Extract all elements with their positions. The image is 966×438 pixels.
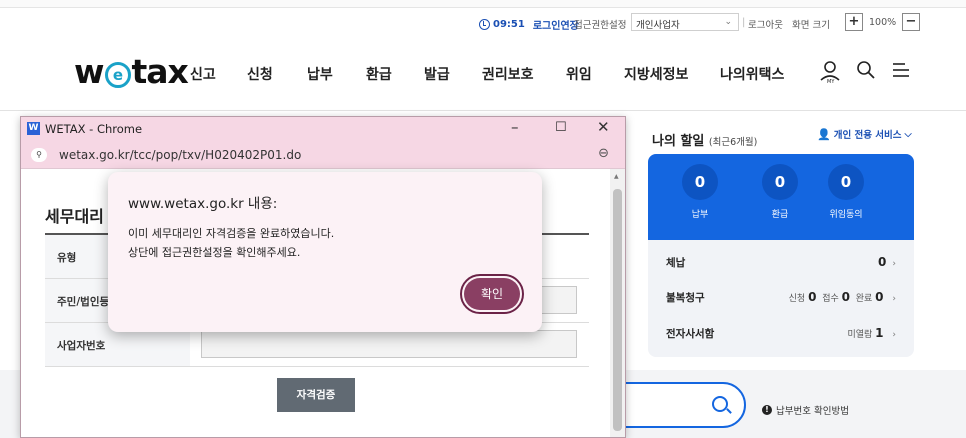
- access-setting-select[interactable]: 개인사업자 ⌄: [631, 13, 739, 31]
- svg-text:MY: MY: [827, 79, 835, 84]
- personal-service-link[interactable]: 👤 개인 전용 서비스 ⌵: [817, 127, 912, 142]
- alert-ok-button[interactable]: 확인: [460, 274, 524, 314]
- business-number-field[interactable]: [201, 330, 577, 358]
- stat-delegation-label: 위임동의: [829, 210, 863, 220]
- my-tasks-detail: 체납 0 › 불복청구 신청 0 접수 0 완료 0 › 전자사서함 미열람 1 …: [648, 240, 914, 357]
- alert-message-line2: 상단에 접근권한설정을 확인해주세요.: [128, 246, 301, 259]
- wetax-favicon-icon: W: [27, 122, 40, 135]
- epost-unread-value: 1: [875, 326, 884, 340]
- site-info-icon[interactable]: ⚲: [31, 148, 47, 162]
- extend-login-link[interactable]: 로그인연장: [533, 17, 579, 32]
- row-epost[interactable]: 전자사서함 미열람 1 ›: [666, 326, 896, 341]
- payment-number-help-label: 납부번호 확인방법: [776, 406, 849, 417]
- personal-service-label: 개인 전용 서비스: [833, 130, 902, 141]
- access-setting-label: 접근권한설정: [574, 20, 627, 31]
- row-arrears-label: 체납: [666, 257, 686, 269]
- objection-receive-label: 접수: [822, 294, 839, 304]
- wetax-logo[interactable]: w e tax: [74, 52, 189, 91]
- stat-payment-value: 0: [682, 164, 718, 200]
- nav-item-delegation[interactable]: 위임: [566, 64, 592, 84]
- my-tasks-title: 나의 할일 (최근6개월): [652, 130, 757, 149]
- nav-item-pay[interactable]: 납부: [307, 64, 333, 84]
- nav-item-report[interactable]: 신고: [190, 64, 216, 84]
- browser-top-edge: [0, 0, 966, 8]
- menu-icon[interactable]: [891, 60, 911, 80]
- stat-payment[interactable]: 0 납부: [682, 164, 718, 220]
- search-icon[interactable]: [856, 60, 876, 80]
- popup-url[interactable]: wetax.go.kr/tcc/pop/txv/H020402P01.do: [59, 148, 301, 162]
- logo-text-w: w: [74, 52, 104, 91]
- chevron-down-icon: ⌵: [904, 128, 912, 140]
- my-tasks-summary: 0 납부 0 환급 0 위임동의: [648, 154, 914, 240]
- user-gear-icon: 👤: [817, 127, 831, 141]
- popup-address-bar: ⚲ wetax.go.kr/tcc/pop/txv/H020402P01.do …: [21, 142, 625, 169]
- popup-title-bar: W WETAX - Chrome – ☐ ✕: [21, 117, 625, 142]
- row-objection[interactable]: 불복청구 신청 0 접수 0 완료 0 ›: [666, 290, 896, 305]
- objection-done-value: 0: [875, 290, 884, 304]
- payment-number-help-link[interactable]: ! 납부번호 확인방법: [762, 403, 849, 417]
- verify-qualification-button[interactable]: 자격검증: [277, 378, 355, 412]
- chevron-right-icon: ›: [892, 294, 896, 304]
- utility-bar: 09:51 로그인연장 접근권한설정 개인사업자 ⌄ | 로그아웃 화면 크기 …: [0, 13, 966, 35]
- nav-item-my-wetax[interactable]: 나의위택스: [720, 64, 784, 84]
- session-time: 09:51: [493, 19, 525, 30]
- access-setting-value: 개인사업자: [636, 20, 680, 31]
- scrollbar-thumb[interactable]: [613, 189, 622, 431]
- zoom-icon[interactable]: ⊖: [598, 146, 609, 161]
- row-arrears-value: 0: [878, 255, 887, 269]
- nav-item-refund[interactable]: 환급: [366, 64, 392, 84]
- my-tasks-period: (최근6개월): [708, 137, 758, 148]
- chevron-right-icon: ›: [892, 259, 896, 269]
- close-icon[interactable]: ✕: [597, 118, 610, 136]
- session-clock: 09:51 로그인연장: [479, 17, 579, 32]
- epost-unread-label: 미열람: [847, 330, 873, 340]
- popup-scrollbar[interactable]: ▲: [610, 169, 625, 437]
- stat-delegation-consent[interactable]: 0 위임동의: [821, 164, 871, 220]
- main-nav: w e tax 신고 신청 납부 환급 발급 권리보호 위임 지방세정보 나의위택스…: [0, 50, 966, 98]
- nav-divider: [0, 110, 966, 111]
- scroll-up-icon[interactable]: ▲: [614, 173, 619, 180]
- nav-item-issue[interactable]: 발급: [424, 64, 450, 84]
- popup-window-title: WETAX - Chrome: [45, 122, 143, 136]
- maximize-icon[interactable]: ☐: [555, 120, 567, 135]
- alert-host: www.wetax.go.kr 내용:: [128, 196, 278, 212]
- my-tasks-title-text: 나의 할일: [652, 134, 705, 149]
- stat-refund-value: 0: [762, 164, 798, 200]
- objection-apply-value: 0: [808, 290, 817, 304]
- objection-apply-label: 신청: [788, 294, 806, 304]
- stat-payment-label: 납부: [691, 210, 709, 220]
- nav-item-apply[interactable]: 신청: [247, 64, 273, 84]
- minimize-icon[interactable]: –: [511, 118, 519, 136]
- stat-delegation-value: 0: [828, 164, 864, 200]
- nav-item-rights[interactable]: 권리보호: [482, 64, 534, 84]
- divider: |: [742, 17, 746, 28]
- stat-refund-label: 환급: [771, 210, 789, 220]
- alert-message-line1: 이미 세무대리인 자격검증을 완료하였습니다.: [128, 227, 335, 240]
- zoom-out-button[interactable]: −: [902, 13, 920, 31]
- nav-item-local-tax-info[interactable]: 지방세정보: [624, 64, 688, 84]
- objection-done-label: 완료: [855, 294, 873, 304]
- search-icon[interactable]: [712, 396, 728, 412]
- row-epost-label: 전자사서함: [666, 328, 715, 340]
- zoom-level: 100%: [869, 17, 897, 28]
- row-arrears[interactable]: 체납 0 ›: [666, 255, 896, 270]
- stat-refund[interactable]: 0 환급: [762, 164, 798, 220]
- popup-heading: 세무대리: [45, 207, 104, 226]
- alert-ok-label: 확인: [464, 278, 520, 310]
- alert-dialog: www.wetax.go.kr 내용: 이미 세무대리인 자격검증을 완료하였습…: [108, 172, 542, 332]
- logo-e-mark: e: [104, 62, 131, 88]
- logo-text-tax: tax: [131, 52, 189, 91]
- clock-icon: [479, 19, 490, 30]
- row-objection-label: 불복청구: [666, 292, 705, 304]
- chevron-down-icon: ⌄: [724, 17, 732, 27]
- zoom-in-button[interactable]: +: [845, 13, 863, 31]
- objection-receive-value: 0: [841, 290, 850, 304]
- user-icon[interactable]: MY: [819, 60, 841, 84]
- logout-link[interactable]: 로그아웃: [748, 17, 783, 31]
- chevron-right-icon: ›: [892, 330, 896, 340]
- screen-size-label: 화면 크기: [792, 20, 830, 31]
- info-icon: !: [762, 405, 772, 415]
